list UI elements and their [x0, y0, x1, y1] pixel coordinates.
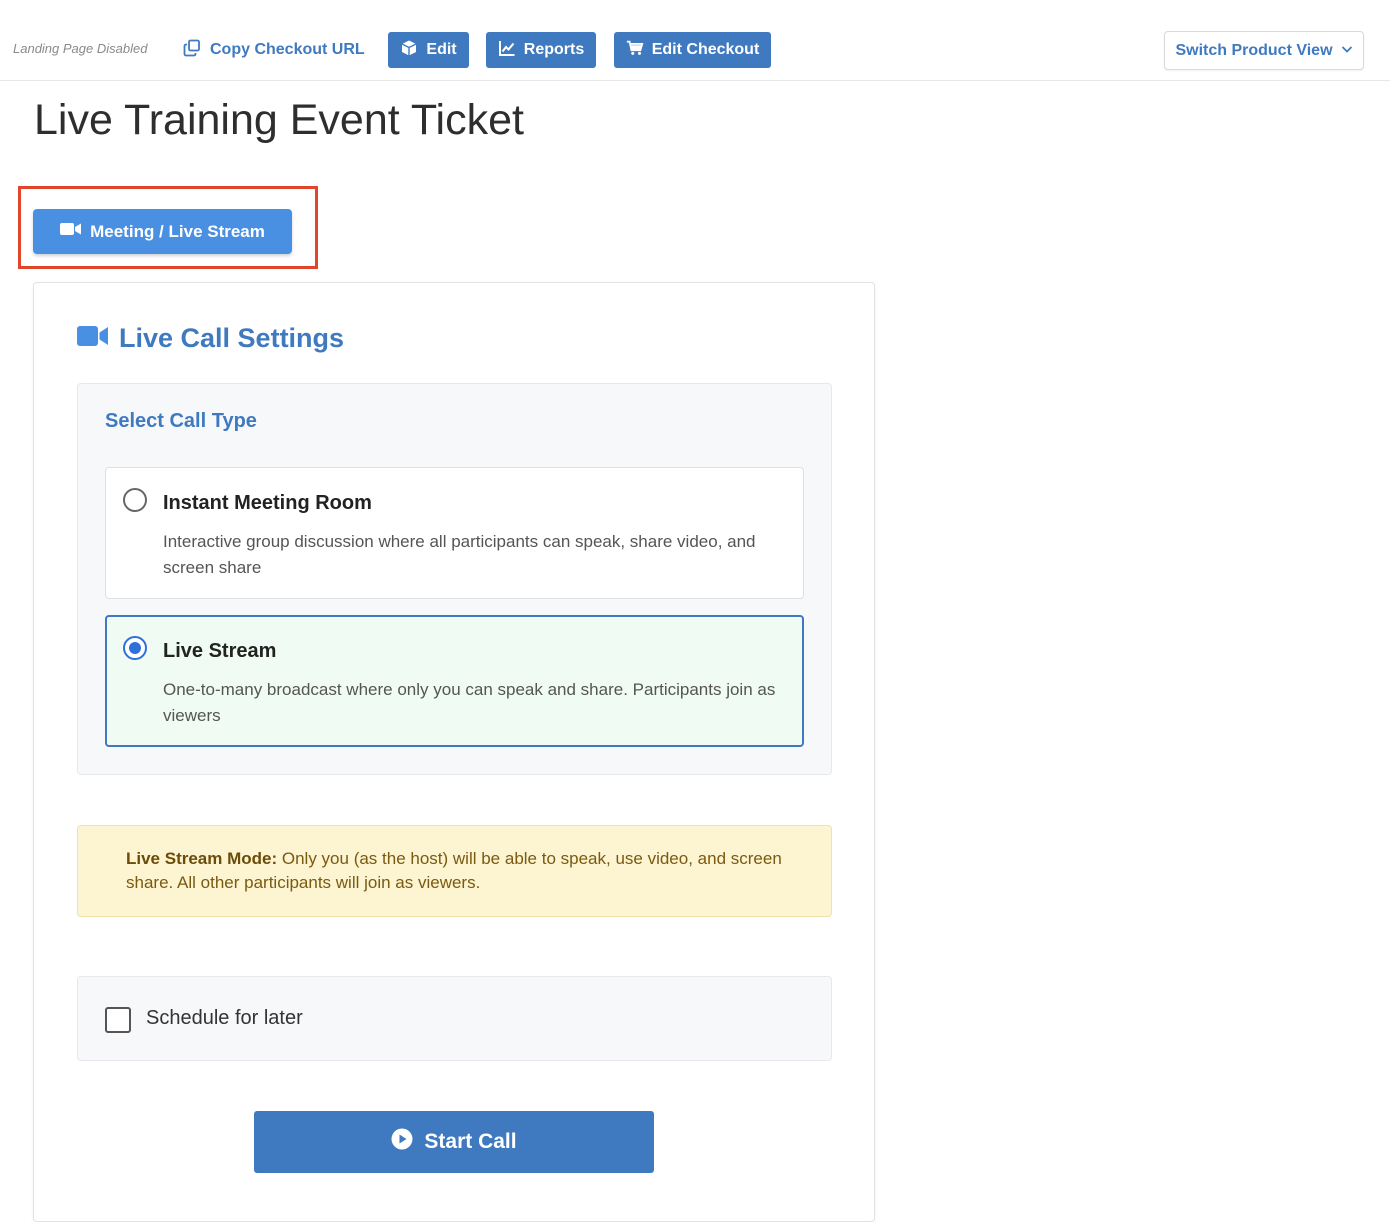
notice-label: Live Stream Mode:	[126, 849, 278, 868]
call-type-heading: Select Call Type	[105, 410, 257, 432]
copy-checkout-url-label: Copy Checkout URL	[210, 41, 365, 58]
reports-button[interactable]: Reports	[486, 32, 596, 68]
switch-product-view-dropdown[interactable]: Switch Product View	[1164, 31, 1364, 70]
edit-checkout-label: Edit Checkout	[651, 41, 760, 58]
chart-line-icon	[498, 39, 516, 62]
reports-label: Reports	[523, 41, 585, 58]
schedule-for-later-label[interactable]: Schedule for later	[146, 1007, 303, 1030]
edit-label: Edit	[426, 41, 457, 58]
live-call-settings-card: Live Call Settings Select Call Type Inst…	[33, 282, 875, 1222]
cart-icon	[626, 39, 644, 62]
schedule-panel: Schedule for later	[77, 976, 832, 1061]
switch-product-view-label: Switch Product View	[1175, 41, 1333, 59]
radio-live-stream[interactable]	[123, 636, 147, 660]
live-stream-mode-notice: Live Stream Mode: Only you (as the host)…	[77, 825, 832, 917]
meeting-live-stream-label: Meeting / Live Stream	[90, 221, 265, 241]
option-description: Interactive group discussion where all p…	[163, 532, 756, 577]
option-live-stream[interactable]: Live Stream One-to-many broadcast where …	[105, 615, 804, 747]
edit-checkout-button[interactable]: Edit Checkout	[614, 32, 771, 68]
page-title: Live Training Event Ticket	[34, 96, 524, 144]
landing-page-status: Landing Page Disabled	[13, 41, 148, 56]
video-camera-icon	[60, 221, 82, 242]
play-circle-icon	[391, 1128, 413, 1156]
option-title: Instant Meeting Room	[163, 492, 372, 514]
live-call-settings-label: Live Call Settings	[119, 323, 345, 353]
video-camera-icon	[77, 323, 109, 354]
edit-button[interactable]: Edit	[388, 32, 469, 68]
option-instant-meeting-room[interactable]: Instant Meeting Room Interactive group d…	[105, 467, 804, 599]
cube-icon	[400, 39, 418, 62]
option-title: Live Stream	[163, 640, 277, 662]
option-description: One-to-many broadcast where only you can…	[163, 680, 776, 725]
top-toolbar: Landing Page Disabled Copy Checkout URL …	[0, 0, 1390, 81]
copy-icon	[183, 39, 201, 62]
live-call-settings-title: Live Call Settings	[77, 323, 344, 354]
radio-instant-meeting-room[interactable]	[123, 488, 147, 512]
meeting-live-stream-button[interactable]: Meeting / Live Stream	[33, 209, 292, 254]
copy-checkout-url-link[interactable]: Copy Checkout URL	[183, 38, 365, 62]
call-type-panel: Select Call Type Instant Meeting Room In…	[77, 383, 832, 775]
start-call-button[interactable]: Start Call	[254, 1111, 654, 1173]
schedule-for-later-checkbox[interactable]	[105, 1007, 131, 1033]
chevron-down-icon	[1341, 42, 1353, 60]
radio-selected-dot	[129, 642, 141, 654]
start-call-label: Start Call	[424, 1130, 517, 1153]
